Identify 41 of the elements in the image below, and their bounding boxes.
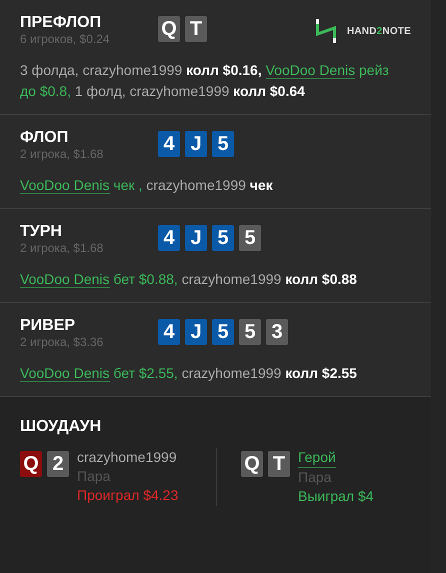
playing-card: 4 bbox=[158, 131, 180, 157]
logo-icon bbox=[314, 19, 337, 43]
result-text: Проиграл $4.23 bbox=[77, 486, 178, 505]
playing-card: J bbox=[185, 131, 207, 157]
playing-card: 4 bbox=[158, 319, 180, 345]
action-line: VooDoo Denis бет $0.88, crazyhome1999 колл $0.88 bbox=[20, 270, 358, 290]
street-title: ФЛОП bbox=[20, 128, 70, 147]
result-text: Выиграл $4 bbox=[298, 487, 374, 506]
action-line: 3 фолда, crazyhome1999 колл $0.16, VooDoo Denis рейз до $0.8, 1 фолд, crazyhome1999 колл $0.64 bbox=[20, 61, 390, 101]
player-link[interactable]: VooDoo Denis bbox=[20, 177, 110, 194]
logo-text: HAND2NOTE bbox=[346, 26, 411, 36]
playing-card: 5 bbox=[212, 319, 234, 345]
player-link[interactable]: VooDoo Denis bbox=[20, 365, 110, 382]
playing-card: J bbox=[185, 319, 207, 345]
playing-card: 3 bbox=[266, 319, 288, 345]
playing-card: T bbox=[185, 16, 207, 42]
playing-card: 5 bbox=[239, 319, 261, 345]
playing-card: 5 bbox=[212, 225, 234, 251]
playing-card: 2 bbox=[47, 451, 69, 477]
playing-card: T bbox=[268, 451, 290, 477]
player-link[interactable]: Герой bbox=[298, 448, 336, 468]
playing-card: Q bbox=[158, 16, 180, 42]
action-line: VooDoo Denis чек , crazyhome1999 чек bbox=[20, 176, 274, 196]
action-line: VooDoo Denis бет $2.55, crazyhome1999 колл $2.55 bbox=[20, 364, 358, 384]
street-title: ТУРН bbox=[20, 222, 63, 241]
player-name: crazyhome1999 bbox=[77, 448, 178, 467]
street-title: ПРЕФЛОП bbox=[20, 13, 102, 32]
playing-card: J bbox=[185, 225, 207, 251]
street-pot: 2 игрока, $1.68 bbox=[20, 241, 104, 255]
street-pot: 2 игрока, $1.68 bbox=[20, 147, 104, 161]
street-title: РИВЕР bbox=[20, 316, 76, 335]
playing-card: 5 bbox=[212, 131, 234, 157]
showdown-title: ШОУДАУН bbox=[20, 418, 102, 435]
playing-card: 5 bbox=[239, 225, 261, 251]
playing-card: Q bbox=[20, 451, 42, 477]
playing-card: Q bbox=[241, 451, 263, 477]
player-link[interactable]: VooDoo Denis bbox=[266, 62, 356, 79]
street-pot: 2 игрока, $3.36 bbox=[20, 335, 104, 349]
street-pot: 6 игроков, $0.24 bbox=[20, 32, 111, 46]
player-link[interactable]: VooDoo Denis bbox=[20, 271, 110, 288]
playing-card: 4 bbox=[158, 225, 180, 251]
